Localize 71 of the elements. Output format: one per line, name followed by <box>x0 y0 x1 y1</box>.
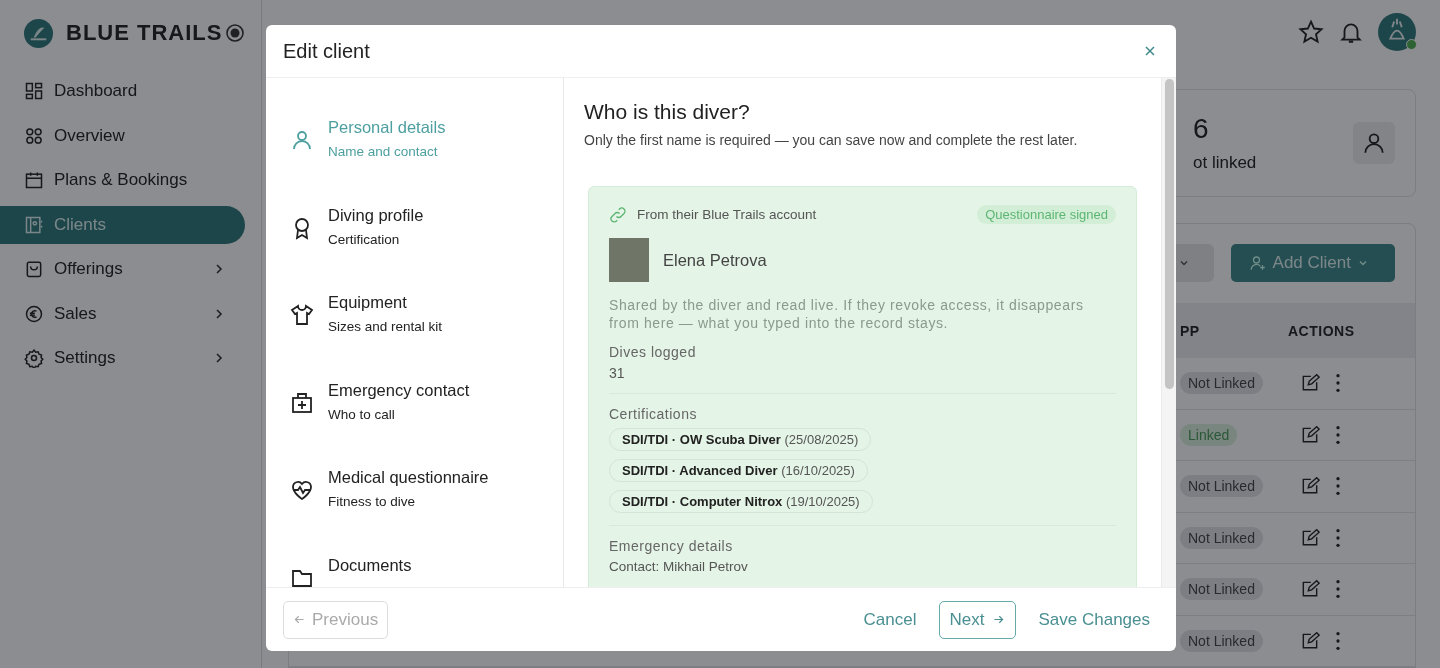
arrow-right-icon <box>992 613 1006 626</box>
stat-value: 6 <box>1193 113 1210 145</box>
more-icon[interactable] <box>1334 526 1342 549</box>
circles-icon <box>24 125 44 146</box>
dialog-title: Edit client <box>283 39 370 63</box>
add-user-icon <box>1248 254 1267 272</box>
sharing-note: Shared by the diver and read live. If they revoke access, it disappears from here — what you typed into the record stays. <box>609 296 1085 332</box>
status-badge: Questionnaire signed <box>977 205 1116 224</box>
sidebar-item[interactable]: Plans & Bookings <box>0 161 245 199</box>
euro-icon <box>24 303 44 324</box>
sidebar-item[interactable]: Sales <box>0 294 245 333</box>
source-label: From their Blue Trails account <box>637 207 818 222</box>
status-badge: Not Linked <box>1180 629 1263 652</box>
photo-placeholder <box>609 238 649 282</box>
edit-icon[interactable] <box>1300 630 1320 651</box>
settings-icon <box>24 348 44 368</box>
status-badge: Not Linked <box>1180 526 1263 549</box>
user-avatar[interactable] <box>1378 13 1416 51</box>
sidebar-item[interactable]: Dashboard <box>0 72 245 110</box>
field-label: Certifications <box>609 406 698 422</box>
status-badge: Linked <box>1180 423 1238 446</box>
more-icon[interactable] <box>1334 423 1342 446</box>
step-item[interactable]: Personal details Name and contact <box>290 118 563 206</box>
step-item[interactable]: Emergency contact Who to call <box>290 380 563 468</box>
section-heading: Who is this diver? <box>584 100 751 124</box>
save-changes-button[interactable]: Save Changes <box>1034 603 1154 636</box>
person-icon <box>290 128 314 152</box>
first-aid-kit-icon <box>290 390 314 415</box>
section-description: Only the first name is required — you can save now and complete the rest later. <box>584 132 1079 148</box>
sidebar-item[interactable]: Settings <box>0 339 245 377</box>
arrow-left-icon <box>293 613 306 626</box>
link-icon <box>609 205 627 224</box>
sidebar-item[interactable]: Clients <box>0 205 245 244</box>
step-item[interactable]: Documents <box>290 555 563 587</box>
heartbeat-icon <box>290 478 314 502</box>
sidebar-item[interactable]: Overview <box>0 116 245 155</box>
edit-icon[interactable] <box>1300 424 1320 445</box>
step-item[interactable]: Diving profile Certification <box>290 205 563 293</box>
more-icon[interactable] <box>1334 475 1342 498</box>
field-label: Dives logged <box>609 344 697 360</box>
step-item[interactable]: Equipment Sizes and rental kit <box>290 293 563 381</box>
status-badge: Not Linked <box>1180 372 1263 395</box>
logo-icon <box>23 17 54 49</box>
bag-icon <box>24 259 44 279</box>
toggle-icon[interactable] <box>225 23 245 43</box>
edit-icon[interactable] <box>1300 527 1320 548</box>
client-name: Elena Petrova <box>663 250 767 270</box>
more-icon[interactable] <box>1334 629 1342 652</box>
column-header: ACTIONS <box>1288 322 1356 339</box>
field-value: 31 <box>609 365 626 381</box>
more-icon[interactable] <box>1334 372 1342 395</box>
field-value: Contact: Mikhail Petrov <box>609 559 749 574</box>
status-badge: Not Linked <box>1180 578 1263 601</box>
calendar-icon <box>24 170 44 190</box>
shirt-icon <box>290 303 314 327</box>
sidebar-item[interactable]: Offerings <box>0 250 245 288</box>
step-item[interactable]: Medical questionnaire Fitness to dive <box>290 468 563 556</box>
next-button[interactable]: Next <box>938 600 1017 639</box>
stat-label: ot linked <box>1193 153 1258 173</box>
scrollbar[interactable] <box>1161 78 1176 587</box>
person-icon <box>1353 122 1395 164</box>
status-badge: Not Linked <box>1180 475 1263 498</box>
field-label: Emergency details <box>609 538 734 554</box>
cancel-button[interactable]: Cancel <box>859 603 921 636</box>
more-icon[interactable] <box>1334 578 1342 601</box>
brand-name: BLUE TRAILS <box>66 20 224 46</box>
contact-book-icon <box>24 214 44 235</box>
star-icon[interactable] <box>1298 19 1324 45</box>
close-icon[interactable] <box>1144 45 1156 57</box>
grid-icon <box>24 81 44 101</box>
column-header: PP <box>1180 322 1201 339</box>
